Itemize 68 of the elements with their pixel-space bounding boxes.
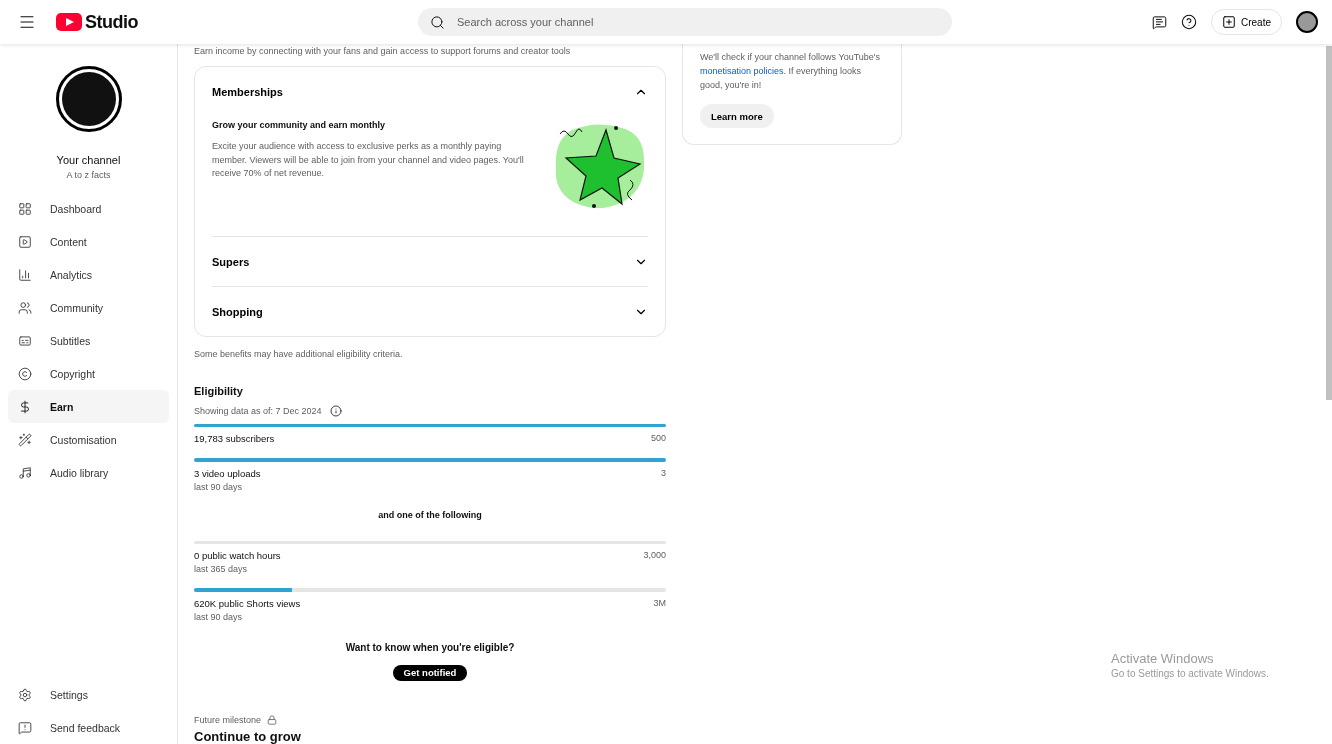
sidebar-item[interactable]: Settings — [8, 678, 169, 711]
watermark-subtitle: Go to Settings to activate Windows. — [1111, 668, 1269, 679]
play-logo-icon — [56, 13, 82, 31]
benefit-description: Excite your audience with access to exclusive perks as a monthly paying member. Viewers will be able to join from your channel and video pages. You'll receive 70% of net revenue. — [212, 140, 525, 180]
search-bar[interactable]: Search across your channel — [418, 8, 952, 36]
sidebar-item[interactable]: Earn — [8, 390, 169, 423]
subtitles-icon — [18, 333, 32, 348]
accordion-header[interactable]: Memberships — [212, 67, 648, 116]
sidebar-item[interactable]: Send feedback — [8, 711, 169, 744]
criterion-label: 620K public Shorts views — [194, 597, 301, 609]
magic-wand-icon — [18, 432, 32, 447]
criterion-target: 3M — [653, 597, 666, 610]
music-note-icon — [18, 465, 32, 480]
scrollbar-thumb[interactable] — [1326, 46, 1332, 400]
section-title: Eligibility — [194, 385, 244, 397]
criterion-period: last 90 days — [194, 611, 244, 622]
intro-text: Earn income by connecting with your fans and gain access to support forums and creator tools — [194, 46, 572, 56]
get-notified-button[interactable]: Get notified — [392, 664, 468, 681]
info-icon[interactable] — [329, 405, 342, 417]
review-text: We'll check if your channel follows YouTube's monetisation policies. If everything looks good, you're in! — [700, 51, 882, 92]
create-button[interactable]: Create — [1211, 9, 1282, 35]
criterion-period: last 365 days — [194, 564, 249, 575]
accordion-header[interactable]: Shopping — [212, 287, 648, 336]
settings-icon — [18, 687, 32, 702]
benefit-subtitle: Grow your community and earn monthly — [212, 120, 387, 130]
milestone-title: Continue to grow — [194, 729, 302, 744]
criteria-separator: and one of the following — [377, 509, 483, 520]
milestone-label: Future milestone — [194, 715, 262, 725]
criterion-label: 19,783 subscribers — [194, 433, 275, 445]
notify-question: Want to know when you're eligible? — [344, 641, 516, 653]
search-icon — [430, 14, 445, 30]
criterion-label: 0 public watch hours — [194, 550, 281, 562]
menu-button[interactable] — [18, 13, 36, 31]
dollar-icon — [18, 399, 32, 414]
help-icon[interactable] — [1181, 14, 1197, 30]
watermark-title: Activate Windows — [1111, 651, 1215, 666]
avatar-circle[interactable] — [1296, 11, 1318, 33]
criterion-label: 3 video uploads — [194, 467, 261, 479]
feedback-icon — [18, 720, 32, 735]
copyright-icon — [18, 366, 32, 381]
channel-title: Your channel — [56, 154, 121, 166]
sidebar-item[interactable]: Community — [8, 291, 169, 324]
sidebar-item[interactable]: Analytics — [8, 258, 169, 291]
benefits-note: Some benefits may have additional eligibility criteria. — [194, 349, 404, 359]
people-icon — [18, 300, 32, 315]
criterion-period: last 90 days — [194, 481, 244, 492]
policies-link[interactable]: monetisation policies. — [700, 66, 787, 76]
sidebar-item[interactable]: Audio library — [8, 456, 169, 489]
sidebar-item[interactable]: Copyright — [8, 357, 169, 390]
bar-chart-icon — [18, 267, 32, 282]
play-square-icon — [18, 234, 32, 249]
sidebar-item[interactable]: Dashboard — [8, 192, 169, 225]
criterion-target: 3,000 — [643, 550, 666, 563]
criterion-target: 500 — [650, 433, 666, 445]
message-icon[interactable] — [1152, 14, 1167, 30]
accordion-header[interactable]: Supers — [212, 237, 648, 286]
data-date: Showing data as of: 7 Dec 2024 — [194, 406, 322, 416]
lock-icon — [267, 715, 278, 725]
grid-icon — [18, 201, 32, 216]
channel-name: A to z facts — [66, 170, 111, 180]
search-input[interactable]: Search across your channel — [455, 15, 940, 29]
sidebar-item[interactable]: Subtitles — [8, 324, 169, 357]
logo-text: Studio — [85, 11, 138, 33]
sidebar-item[interactable]: Customisation — [8, 423, 169, 456]
sidebar-item[interactable]: Content — [8, 225, 169, 258]
criterion-target: 3 — [661, 467, 666, 480]
plus-square-icon — [1222, 15, 1236, 29]
learn-more-button[interactable]: Learn more — [700, 104, 774, 128]
